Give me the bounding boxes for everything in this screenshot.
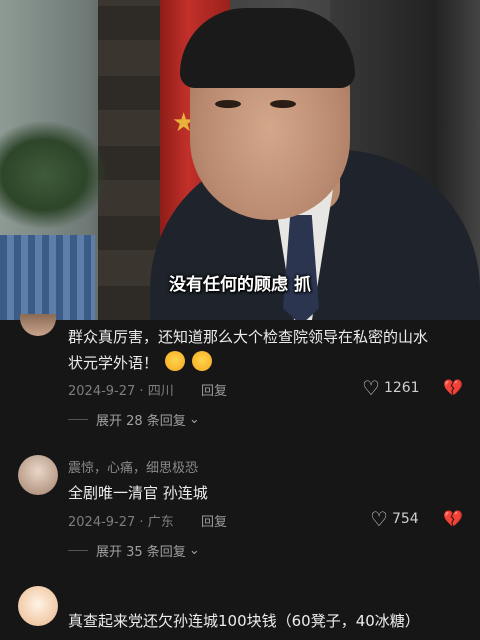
person-hair <box>180 8 355 88</box>
like-button[interactable]: ♡ 1261 <box>362 376 420 400</box>
reply-button[interactable]: 回复 <box>201 380 227 399</box>
like-count: 1261 <box>383 380 420 396</box>
comment-text-line2-content: 状元学外语！ <box>68 354 159 372</box>
like-count: 754 <box>391 511 419 527</box>
background-plant <box>0 120 110 230</box>
expand-replies-button[interactable]: 展开 28 条回复 ⌄ <box>68 410 200 429</box>
avatar[interactable] <box>18 586 58 626</box>
video-subtitle: 没有任何的顾虑 抓 <box>169 275 311 295</box>
comment-text: 全剧唯一清官 孙连城 <box>68 484 208 502</box>
person-eye-right <box>270 100 296 108</box>
heart-outline-icon: ♡ <box>362 376 380 400</box>
broken-heart-icon[interactable]: 💔 <box>443 509 463 528</box>
comment-meta: 2024-9-27 · 四川 <box>68 384 174 399</box>
avatar[interactable] <box>20 314 56 336</box>
video-frame[interactable]: ★ 没有任何的顾虑 抓 <box>0 0 480 320</box>
reply-button[interactable]: 回复 <box>201 511 227 530</box>
laughing-crying-emoji-icon <box>191 351 212 371</box>
comment-date: 2024-9-27 <box>68 515 136 530</box>
divider-line <box>68 419 88 420</box>
comment-list: 群众真厉害，还知道那么大个检查院领导在私密的山水 状元学外语！ 2024-9-2… <box>0 314 480 640</box>
comment-text: 真查起来党还欠孙连城100块钱（60凳子，40冰糖） <box>68 612 420 630</box>
comment-region: 四川 <box>147 384 174 399</box>
heart-outline-icon: ♡ <box>370 507 388 531</box>
expand-replies-button[interactable]: 展开 35 条回复 ⌄ <box>68 541 200 560</box>
laughing-crying-emoji-icon <box>164 351 185 371</box>
chevron-down-icon: ⌄ <box>188 543 200 558</box>
comment-meta: 2024-9-27 · 广东 <box>68 515 174 530</box>
broken-heart-icon[interactable]: 💔 <box>443 378 463 397</box>
chevron-down-icon: ⌄ <box>188 412 200 427</box>
comment-text: 群众真厉害，还知道那么大个检查院领导在私密的山水 <box>68 328 429 346</box>
comment-date: 2024-9-27 <box>68 384 136 399</box>
person-eye-left <box>215 100 241 108</box>
comment-text-line2: 状元学外语！ <box>68 350 212 376</box>
avatar[interactable] <box>18 455 58 495</box>
expand-replies-label: 展开 28 条回复 <box>96 414 186 429</box>
comment-region: 广东 <box>147 515 174 530</box>
comment-username[interactable]: 震惊，心痛，细思极恐 <box>68 457 198 476</box>
like-button[interactable]: ♡ 754 <box>370 507 419 531</box>
expand-replies-label: 展开 35 条回复 <box>96 545 186 560</box>
divider-line <box>68 550 88 551</box>
